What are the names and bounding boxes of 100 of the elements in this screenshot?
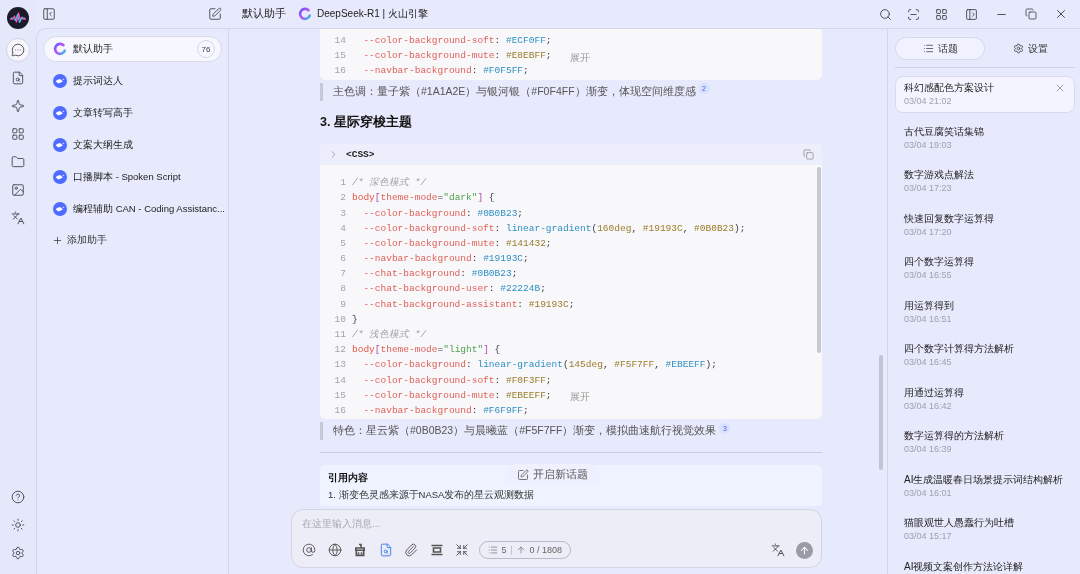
code-line: } <box>352 313 358 325</box>
assistant-item[interactable]: 提示词达人 <box>43 68 222 94</box>
code-line: --chat-background: #0B0B23; <box>362 268 518 280</box>
file-search-icon[interactable] <box>378 543 393 557</box>
grid-icon[interactable] <box>935 7 948 21</box>
paperclip-icon[interactable] <box>404 543 418 557</box>
panel-icon[interactable] <box>964 7 978 21</box>
chat-icon[interactable] <box>11 43 25 57</box>
line-number: 10 <box>333 313 346 325</box>
folder-icon[interactable] <box>11 155 25 169</box>
line-number: 9 <box>339 298 346 310</box>
topic-time: 03/04 16:01 <box>904 486 953 499</box>
translate-icon[interactable] <box>11 211 25 225</box>
shrink-icon[interactable] <box>455 543 469 557</box>
sparkle-icon[interactable] <box>11 99 25 113</box>
topic-time: 03/04 16:42 <box>904 399 953 412</box>
panel-tab[interactable]: 话题 <box>895 37 985 60</box>
plus-icon <box>52 234 63 246</box>
scrollbar[interactable] <box>879 355 883 470</box>
topic-title: 四个数字运算得 <box>904 255 975 268</box>
ring-logo-icon <box>298 7 312 21</box>
sidebar-toggle-icon[interactable] <box>42 7 56 21</box>
topic-title: 科幻感配色方案设计 <box>904 81 995 94</box>
line-number: 14 <box>333 374 346 386</box>
image-icon[interactable] <box>11 183 25 197</box>
code-line: --navbar-background: #19193C; <box>362 253 529 265</box>
model-selector[interactable]: DeepSeek-R1 | 火山引擎 <box>298 7 428 21</box>
topic-title: 快速回复数字运算得 <box>904 211 995 225</box>
globe-icon[interactable] <box>327 543 342 557</box>
broom-icon[interactable] <box>353 543 367 557</box>
add-assistant-button[interactable]: 添加助手 <box>43 228 107 252</box>
fold-icon[interactable] <box>429 543 444 557</box>
settings-icon[interactable] <box>11 546 25 560</box>
topic-time: 03/04 19:03 <box>904 138 953 151</box>
ring-logo-icon <box>53 42 67 56</box>
topic-item[interactable]: 用运算得到 03/04 16:51 <box>895 293 1075 331</box>
topic-time: 03/04 17:20 <box>904 225 953 238</box>
topic-item[interactable]: 数字运算得的方法解析 03/04 16:39 <box>895 424 1075 461</box>
assistant-item[interactable]: 口播脚本 - Spoken Script <box>43 164 222 190</box>
citation-item[interactable]: 1. 渐变色灵感来源于NASA发布的星云观测数据 <box>328 488 535 503</box>
topic-title: 用运算得到 <box>904 298 955 312</box>
code-line: --color-background-soft: #F0F3FF; <box>362 374 552 386</box>
line-number: 8 <box>339 283 346 295</box>
topic-item[interactable]: 猫眼观世人愚蠢行为吐槽 03/04 15:17 <box>895 511 1075 548</box>
arrow-up-icon <box>515 545 526 555</box>
topic-title: AI生成温暖春日场景提示词结构解析 <box>904 472 1064 486</box>
topic-title: 四个数字计算得方法解析 <box>904 342 1015 355</box>
panel-tab[interactable]: 设置 <box>985 37 1075 60</box>
code-line: /* 深色模式 */ <box>352 176 427 190</box>
topic-item[interactable]: 四个数字运算得 03/04 16:55 <box>895 250 1075 287</box>
assistant-item[interactable]: 文章转写高手 <box>43 100 222 126</box>
line-number: 16 <box>333 404 346 416</box>
code-line: body[theme-mode="light"] { <box>352 344 501 356</box>
close-icon[interactable] <box>1054 7 1068 21</box>
topic-title: 用通过运算得 <box>904 385 965 399</box>
whale-icon <box>53 138 67 152</box>
list-icon <box>922 43 934 54</box>
topic-title: 数字运算得的方法解析 <box>904 429 1005 442</box>
context-count: 5 <box>501 545 507 555</box>
arrow-up-icon <box>799 544 810 556</box>
topic-item[interactable]: AI生成温暖春日场景提示词结构解析 03/04 16:01 <box>895 467 1075 505</box>
scrollbar[interactable] <box>817 166 821 353</box>
waveform-logo-icon[interactable] <box>7 7 29 29</box>
line-number: 12 <box>333 344 346 356</box>
assistant-item[interactable]: 编程辅助 CAN - Coding Assistanc... <box>43 196 222 222</box>
line-number: 2 <box>339 192 346 204</box>
restore-icon[interactable] <box>1025 8 1037 20</box>
grid-icon[interactable] <box>11 127 25 141</box>
nav-button[interactable] <box>6 38 30 62</box>
at-sign-icon[interactable] <box>302 543 316 557</box>
topic-item[interactable]: 科幻感配色方案设计 03/04 21:02 <box>895 76 1075 113</box>
topic-title: 猫眼观世人愚蠢行为吐槽 <box>904 516 1015 529</box>
topic-item[interactable]: 四个数字计算得方法解析 03/04 16:45 <box>895 337 1075 374</box>
topic-title: AI视频文案创作方法论详解 <box>904 559 1025 573</box>
send-button[interactable] <box>796 541 813 559</box>
file-search-icon[interactable] <box>11 71 25 85</box>
whale-icon <box>53 202 67 216</box>
topic-item[interactable]: 用通过运算得 03/04 16:42 <box>895 380 1075 418</box>
scan-line-icon[interactable] <box>906 7 920 21</box>
whale-icon <box>53 74 67 88</box>
translate-icon[interactable] <box>771 543 785 557</box>
topic-item[interactable]: AI视频文案创作方法论详解 <box>895 554 1075 574</box>
topic-time: 03/04 16:51 <box>904 312 953 325</box>
code-line: /* 浅色模式 */ <box>352 328 427 342</box>
line-number: 11 <box>333 329 346 341</box>
sun-icon[interactable] <box>11 518 25 532</box>
line-number: 5 <box>339 237 346 249</box>
topic-time: 03/04 16:45 <box>904 356 953 368</box>
whale-icon <box>53 170 67 184</box>
assistant-item[interactable]: 默认助手 76 <box>43 36 222 62</box>
code-line: --color-background-soft: linear-gradient(160deg, #19193C, #0B0B23); <box>362 222 746 234</box>
code-line: --chat-background-assistant: #19193C; <box>362 298 575 310</box>
topic-item[interactable]: 数字游戏点解法 03/04 17:23 <box>895 163 1075 200</box>
assistant-item[interactable]: 文案大纲生成 <box>43 132 222 158</box>
help-icon[interactable] <box>11 490 25 504</box>
edit-icon[interactable] <box>208 7 222 21</box>
topic-item[interactable]: 古代豆腐笑话集锦 03/04 19:03 <box>895 119 1075 157</box>
topic-item[interactable]: 快速回复数字运算得 03/04 17:20 <box>895 206 1075 244</box>
code-line: --color-background-mute: #EBEEFF; <box>362 389 552 401</box>
search-icon[interactable] <box>878 7 892 21</box>
